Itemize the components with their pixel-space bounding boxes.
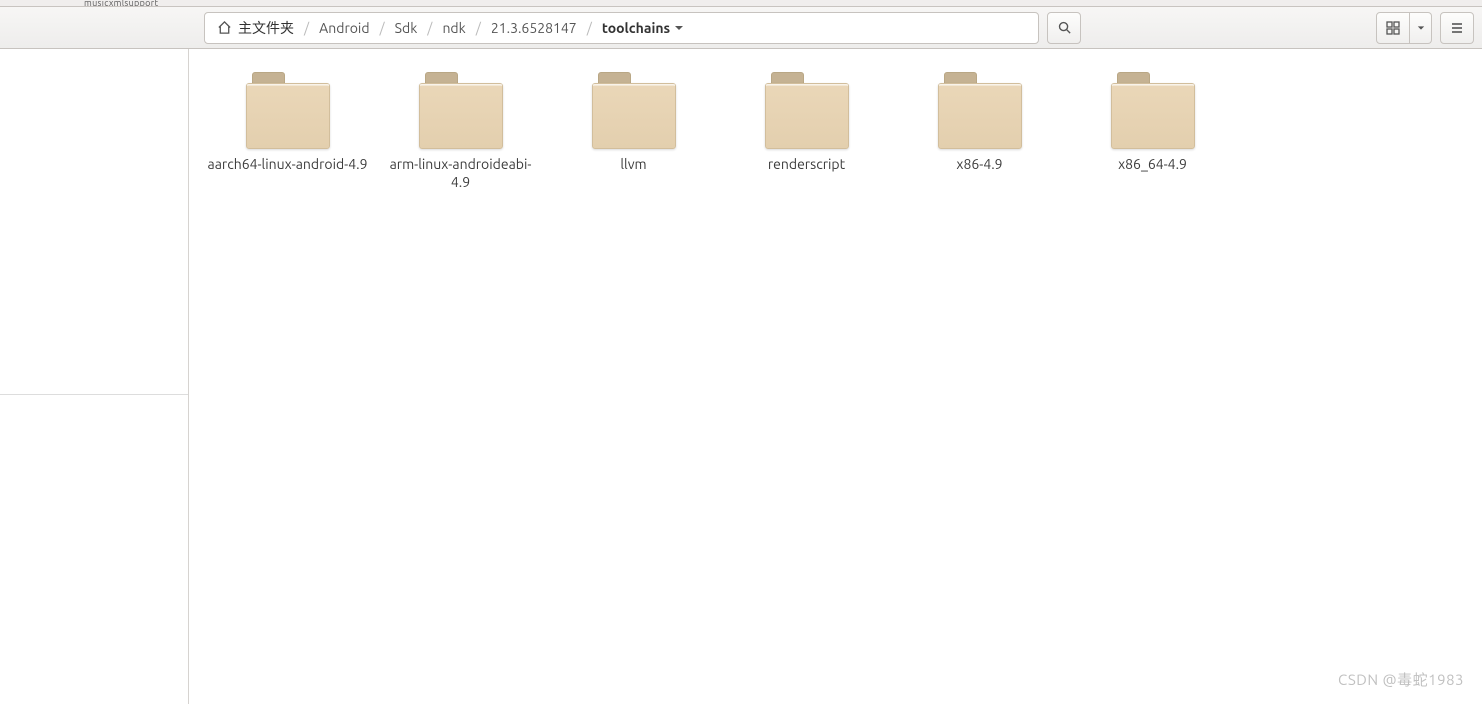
titlebar-fragment: musicxmlsupport bbox=[84, 0, 158, 7]
folder-item[interactable]: x86-4.9 bbox=[893, 67, 1066, 183]
chevron-down-icon bbox=[1417, 24, 1425, 32]
breadcrumb-part[interactable]: Sdk bbox=[385, 13, 428, 43]
folder-icon bbox=[246, 71, 330, 149]
folder-label: x86_64-4.9 bbox=[1072, 155, 1233, 173]
sidebar bbox=[0, 49, 189, 704]
folder-item[interactable]: llvm bbox=[547, 67, 720, 183]
breadcrumb: 主文件夹 / Android / Sdk / ndk / 21.3.652814… bbox=[204, 12, 1039, 44]
folder-icon bbox=[419, 71, 503, 149]
toolbar: 主文件夹 / Android / Sdk / ndk / 21.3.652814… bbox=[0, 7, 1482, 49]
folder-label: llvm bbox=[553, 155, 714, 173]
folder-icon bbox=[938, 71, 1022, 149]
search-button[interactable] bbox=[1047, 12, 1081, 44]
breadcrumb-part[interactable]: ndk bbox=[432, 13, 475, 43]
sidebar-divider bbox=[0, 394, 188, 395]
breadcrumb-home[interactable]: 主文件夹 bbox=[205, 13, 304, 43]
folder-label: aarch64-linux-android-4.9 bbox=[207, 155, 368, 173]
folder-item[interactable]: aarch64-linux-android-4.9 bbox=[201, 67, 374, 183]
breadcrumb-part-label: ndk bbox=[442, 20, 465, 36]
folder-icon bbox=[1111, 71, 1195, 149]
breadcrumb-part-label: 21.3.6528147 bbox=[491, 20, 577, 36]
folder-icon bbox=[765, 71, 849, 149]
grid-view-icon bbox=[1386, 21, 1400, 35]
home-icon bbox=[217, 20, 232, 35]
folder-label: x86-4.9 bbox=[899, 155, 1060, 173]
folder-label: arm-linux-androideabi-4.9 bbox=[380, 155, 541, 191]
search-icon bbox=[1057, 20, 1072, 35]
hamburger-icon bbox=[1450, 21, 1464, 35]
breadcrumb-part-label: Android bbox=[319, 20, 369, 36]
breadcrumb-part-label: Sdk bbox=[395, 20, 418, 36]
hamburger-menu-button[interactable] bbox=[1440, 12, 1474, 44]
breadcrumb-home-label: 主文件夹 bbox=[238, 18, 294, 38]
folder-item[interactable]: arm-linux-androideabi-4.9 bbox=[374, 67, 547, 201]
folder-label: renderscript bbox=[726, 155, 887, 173]
breadcrumb-current[interactable]: toolchains bbox=[592, 13, 694, 43]
view-dropdown-button[interactable] bbox=[1410, 12, 1432, 44]
breadcrumb-part[interactable]: Android bbox=[309, 13, 379, 43]
folder-icon bbox=[592, 71, 676, 149]
chevron-down-icon bbox=[674, 23, 684, 33]
folder-item[interactable]: x86_64-4.9 bbox=[1066, 67, 1239, 183]
view-mode-button[interactable] bbox=[1376, 12, 1410, 44]
breadcrumb-current-label: toolchains bbox=[602, 20, 670, 36]
folder-item[interactable]: renderscript bbox=[720, 67, 893, 183]
folder-view[interactable]: aarch64-linux-android-4.9 arm-linux-andr… bbox=[189, 49, 1482, 704]
breadcrumb-part[interactable]: 21.3.6528147 bbox=[481, 13, 587, 43]
